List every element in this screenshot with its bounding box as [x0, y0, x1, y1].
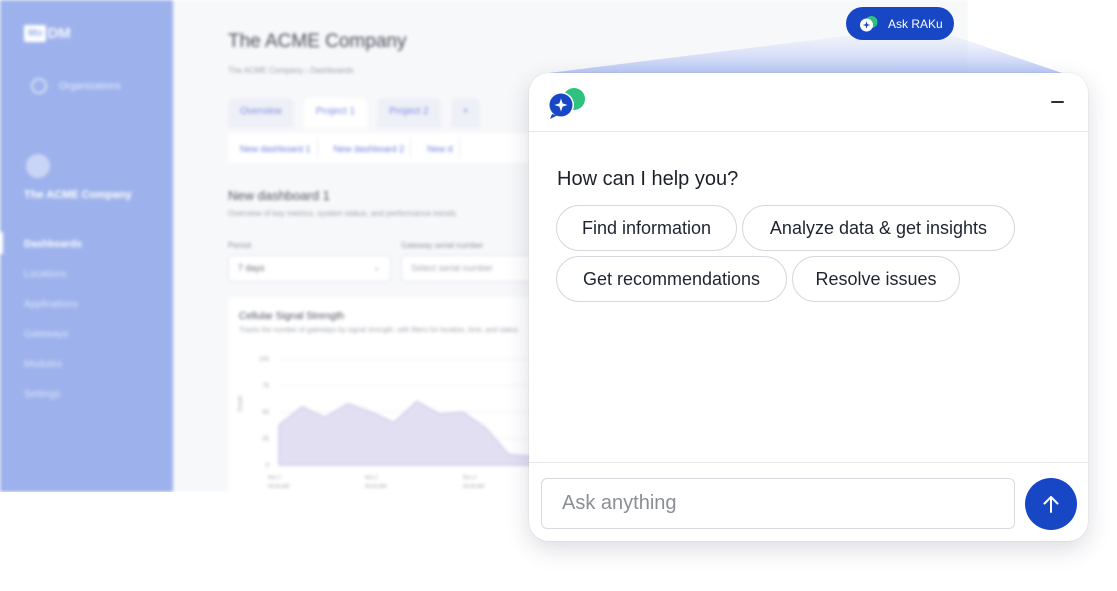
send-button[interactable]: [1025, 478, 1077, 530]
minimize-icon[interactable]: [1049, 92, 1067, 110]
chat-sparkle-icon: [548, 88, 585, 119]
ask-raku-label: Ask RAKu: [888, 16, 943, 31]
arrow-up-icon: [1043, 496, 1059, 513]
suggestion-resolve-issues[interactable]: Resolve issues: [792, 256, 960, 302]
ask-raku-button[interactable]: Ask RAKu: [846, 7, 954, 40]
suggestion-find-information[interactable]: Find information: [556, 205, 737, 251]
chat-composer: [529, 462, 1088, 541]
chat-header: [529, 73, 1088, 132]
chat-panel: How can I help you? Find information Ana…: [529, 73, 1088, 541]
suggestion-get-recommendations[interactable]: Get recommendations: [556, 256, 787, 302]
chat-sparkle-icon: [860, 15, 878, 31]
ask-anything-input[interactable]: [541, 478, 1015, 529]
chat-greeting: How can I help you?: [557, 168, 739, 190]
suggestion-analyze-data[interactable]: Analyze data & get insights: [742, 205, 1015, 251]
